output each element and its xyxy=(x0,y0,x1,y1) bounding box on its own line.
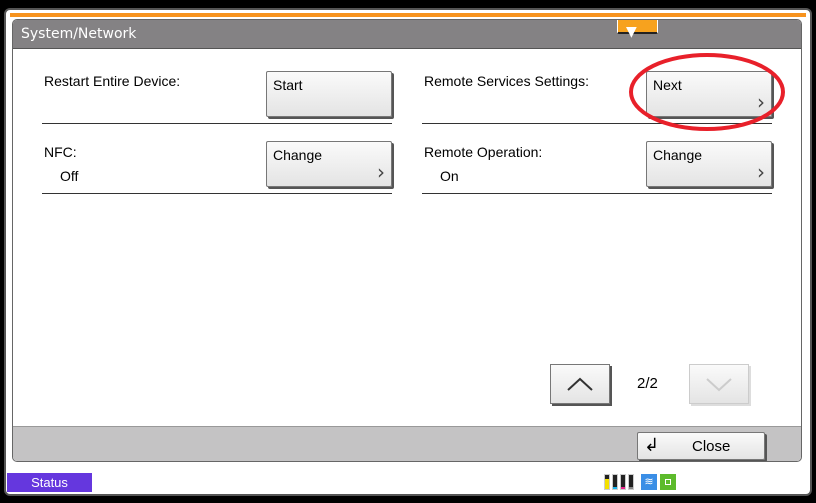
network-icon xyxy=(660,474,676,490)
wifi-icon: ≋ xyxy=(641,474,657,490)
status-button[interactable]: Status xyxy=(7,473,92,492)
date: 02/28/2020 xyxy=(681,473,762,489)
time: 12:45 xyxy=(770,473,811,489)
annotation-ellipse xyxy=(629,53,785,131)
date-time: 02/28/2020 12:45 xyxy=(681,473,811,489)
